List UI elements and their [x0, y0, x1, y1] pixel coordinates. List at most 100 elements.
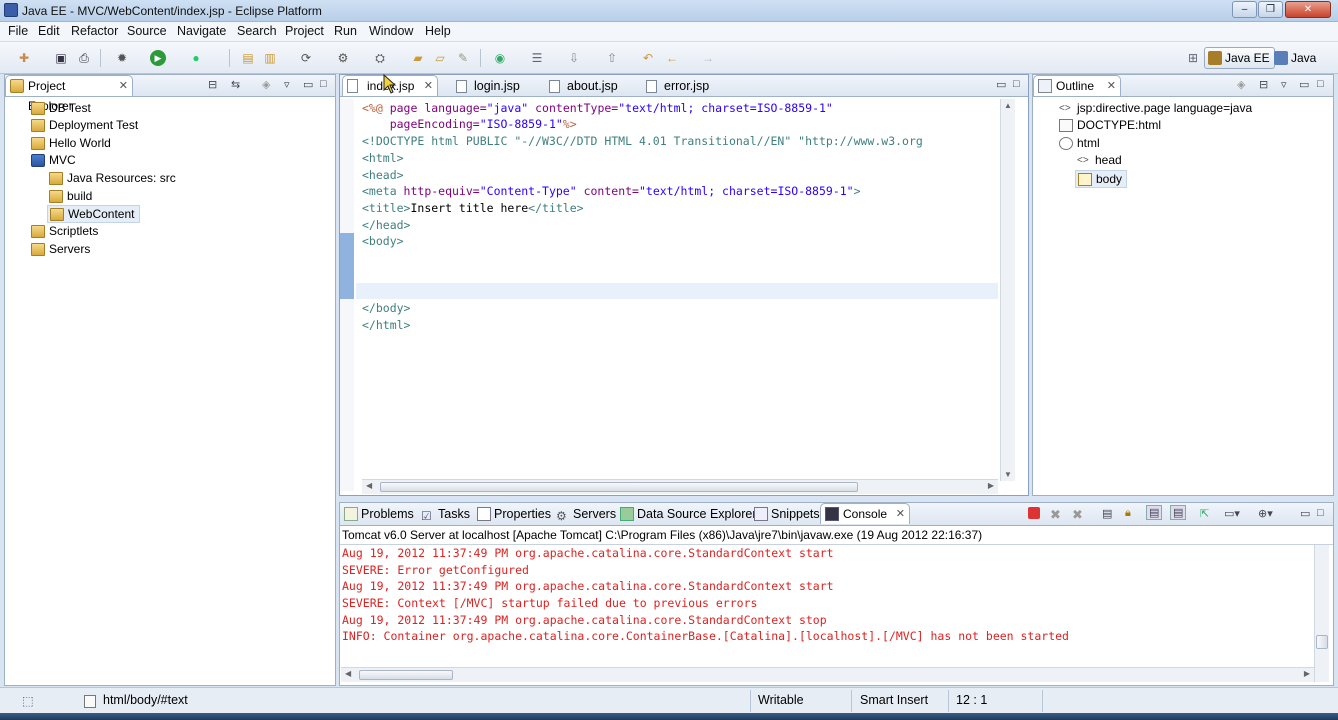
close-icon[interactable]: ✕ — [424, 76, 433, 96]
code-line[interactable]: <meta http-equiv="Content-Type" content=… — [362, 183, 861, 200]
close-icon[interactable]: ✕ — [1107, 76, 1116, 96]
close-icon[interactable]: ✕ — [119, 76, 128, 96]
servers-icon[interactable]: ⚙ — [335, 50, 351, 66]
code-line[interactable]: </body> — [362, 300, 410, 317]
tab-about-jsp[interactable]: about.jsp — [547, 77, 618, 97]
task-list-icon[interactable]: ☰ — [529, 50, 545, 66]
display-console-icon[interactable]: ▭▾ — [1224, 507, 1240, 520]
code-line[interactable]: pageEncoding="ISO-8859-1"%> — [362, 116, 577, 133]
external-tools-icon[interactable]: ● — [188, 50, 204, 66]
menu-source[interactable]: Source — [127, 24, 167, 38]
run-icon[interactable]: ▶ — [150, 50, 166, 66]
console-vertical-scrollbar[interactable] — [1314, 545, 1329, 682]
focus-icon[interactable]: ◈ — [262, 78, 270, 91]
collapse-all-icon[interactable]: ⊟ — [208, 78, 217, 91]
previous-annotation-icon[interactable]: ⇧ — [604, 50, 620, 66]
maximize-view-icon[interactable]: □ — [1317, 78, 1324, 90]
code-line[interactable]: </html> — [362, 317, 410, 334]
editor-horizontal-scrollbar[interactable]: ◀ ▶ — [362, 479, 998, 494]
menu-navigate[interactable]: Navigate — [177, 24, 226, 38]
tab-outline[interactable]: Outline ✕ — [1033, 75, 1121, 96]
view-menu-icon[interactable]: ▿ — [284, 78, 290, 91]
clear-console-icon[interactable]: ▤ — [1102, 507, 1112, 520]
maximize-view-icon[interactable]: □ — [1013, 78, 1020, 90]
publish-icon[interactable]: ⛭ — [372, 50, 388, 66]
terminate-icon[interactable] — [1028, 507, 1040, 519]
tree-item-webcontent[interactable]: WebContent — [47, 205, 140, 223]
tab-login-jsp[interactable]: login.jsp — [454, 77, 520, 97]
tree-item-scriptlets[interactable]: Scriptlets — [29, 223, 98, 241]
outline-item-doctype[interactable]: DOCTYPE:html — [1057, 117, 1161, 135]
debug-icon[interactable]: ✹ — [114, 50, 130, 66]
collapse-all-icon[interactable]: ⊟ — [1259, 78, 1268, 91]
outline-item-directive[interactable]: <> jsp:directive.page language=java — [1057, 100, 1252, 118]
tab-tasks[interactable]: ☑ Tasks — [420, 505, 470, 525]
tree-item-java-resources[interactable]: Java Resources: src — [47, 170, 176, 188]
open-perspective-icon[interactable]: ⊞ — [1185, 50, 1201, 66]
link-with-editor-icon[interactable]: ⇆ — [231, 78, 240, 91]
outline-item-body[interactable]: body — [1075, 170, 1128, 188]
menu-edit[interactable]: Edit — [38, 24, 60, 38]
perspective-java-ee[interactable]: Java EE — [1204, 47, 1275, 69]
open-project-icon[interactable]: ▱ — [432, 50, 448, 66]
scroll-lock-icon[interactable]: 🔒︎ — [1125, 507, 1131, 520]
menu-run[interactable]: Run — [334, 24, 357, 38]
tab-data-source-explorer[interactable]: Data Source Explorer — [619, 505, 757, 525]
tab-properties[interactable]: Properties — [476, 505, 551, 525]
console-horizontal-scrollbar[interactable]: ◀ ▶ — [341, 667, 1314, 682]
tab-problems[interactable]: Problems — [343, 505, 414, 525]
open-resource-icon[interactable]: ▥ — [262, 50, 278, 66]
show-on-stdout-icon[interactable]: ▤ — [1146, 505, 1163, 520]
open-folder-icon[interactable]: ▰ — [410, 50, 426, 66]
minimize-view-icon[interactable]: ▭ — [1299, 78, 1309, 91]
minimize-view-icon[interactable]: ▭ — [996, 78, 1006, 91]
edit-icon[interactable]: ✎ — [455, 50, 471, 66]
forward-icon[interactable]: → — [700, 50, 716, 66]
menu-search[interactable]: Search — [237, 24, 277, 38]
code-line[interactable]: <body> — [362, 233, 404, 250]
menu-window[interactable]: Window — [369, 24, 413, 38]
tree-item-hello-world[interactable]: Hello World — [29, 135, 111, 153]
code-line[interactable]: <title>Insert title here</title> — [362, 200, 584, 217]
back-icon[interactable]: ← — [664, 50, 680, 66]
code-line[interactable]: <!DOCTYPE html PUBLIC "-//W3C//DTD HTML … — [362, 133, 1000, 150]
tab-console[interactable]: Console ✕ — [820, 503, 910, 524]
save-icon[interactable]: ▣ — [53, 50, 69, 66]
minimize-view-icon[interactable]: ▭ — [303, 78, 313, 91]
open-console-icon[interactable]: ⊕▾ — [1258, 507, 1273, 520]
tab-project-explorer[interactable]: Project Explorer ✕ — [5, 75, 133, 113]
menu-help[interactable]: Help — [425, 24, 451, 38]
code-line[interactable]: <%@ page language="java" contentType="te… — [362, 100, 833, 117]
tree-item-build[interactable]: build — [47, 188, 92, 206]
view-menu-icon[interactable]: ▿ — [1281, 78, 1287, 91]
tab-snippets[interactable]: Snippets — [753, 505, 820, 525]
menu-refactor[interactable]: Refactor — [71, 24, 118, 38]
menu-file[interactable]: File — [8, 24, 28, 38]
close-icon[interactable]: ✕ — [896, 504, 905, 524]
sort-icon[interactable]: ◈ — [1237, 78, 1245, 91]
remove-all-icon[interactable]: ✖ — [1072, 507, 1083, 523]
last-edit-icon[interactable]: ↶ — [640, 50, 656, 66]
new-icon[interactable]: ✚ — [16, 50, 32, 66]
code-line[interactable]: <html> — [362, 150, 404, 167]
outline-item-head[interactable]: <> head — [1075, 152, 1122, 170]
open-type-icon[interactable]: ▤ — [240, 50, 256, 66]
code-line[interactable]: <head> — [362, 167, 404, 184]
outline-item-html[interactable]: html — [1057, 135, 1100, 153]
minimize-button[interactable]: ‒ — [1232, 1, 1257, 18]
tab-error-jsp[interactable]: error.jsp — [644, 77, 709, 97]
minimize-view-icon[interactable]: ▭ — [1300, 507, 1310, 520]
maximize-view-icon[interactable]: □ — [1317, 507, 1324, 519]
editor-vertical-scrollbar[interactable]: ▲ ▼ — [1000, 99, 1015, 481]
fast-view-icon[interactable]: ⬚ — [22, 693, 34, 708]
show-on-stderr-icon[interactable]: ▤ — [1170, 505, 1187, 520]
next-annotation-icon[interactable]: ⇩ — [566, 50, 582, 66]
perspective-java[interactable]: Java — [1270, 47, 1321, 69]
print-icon[interactable]: ⎙ — [76, 50, 92, 66]
pin-console-icon[interactable]: ⇱ — [1200, 507, 1209, 520]
maximize-view-icon[interactable]: □ — [320, 78, 327, 90]
tree-item-deployment-test[interactable]: Deployment Test — [29, 117, 138, 135]
remove-launch-icon[interactable]: ✖ — [1050, 507, 1061, 523]
tree-item-db-test[interactable]: DB Test — [29, 100, 91, 118]
menu-project[interactable]: Project — [285, 24, 324, 38]
